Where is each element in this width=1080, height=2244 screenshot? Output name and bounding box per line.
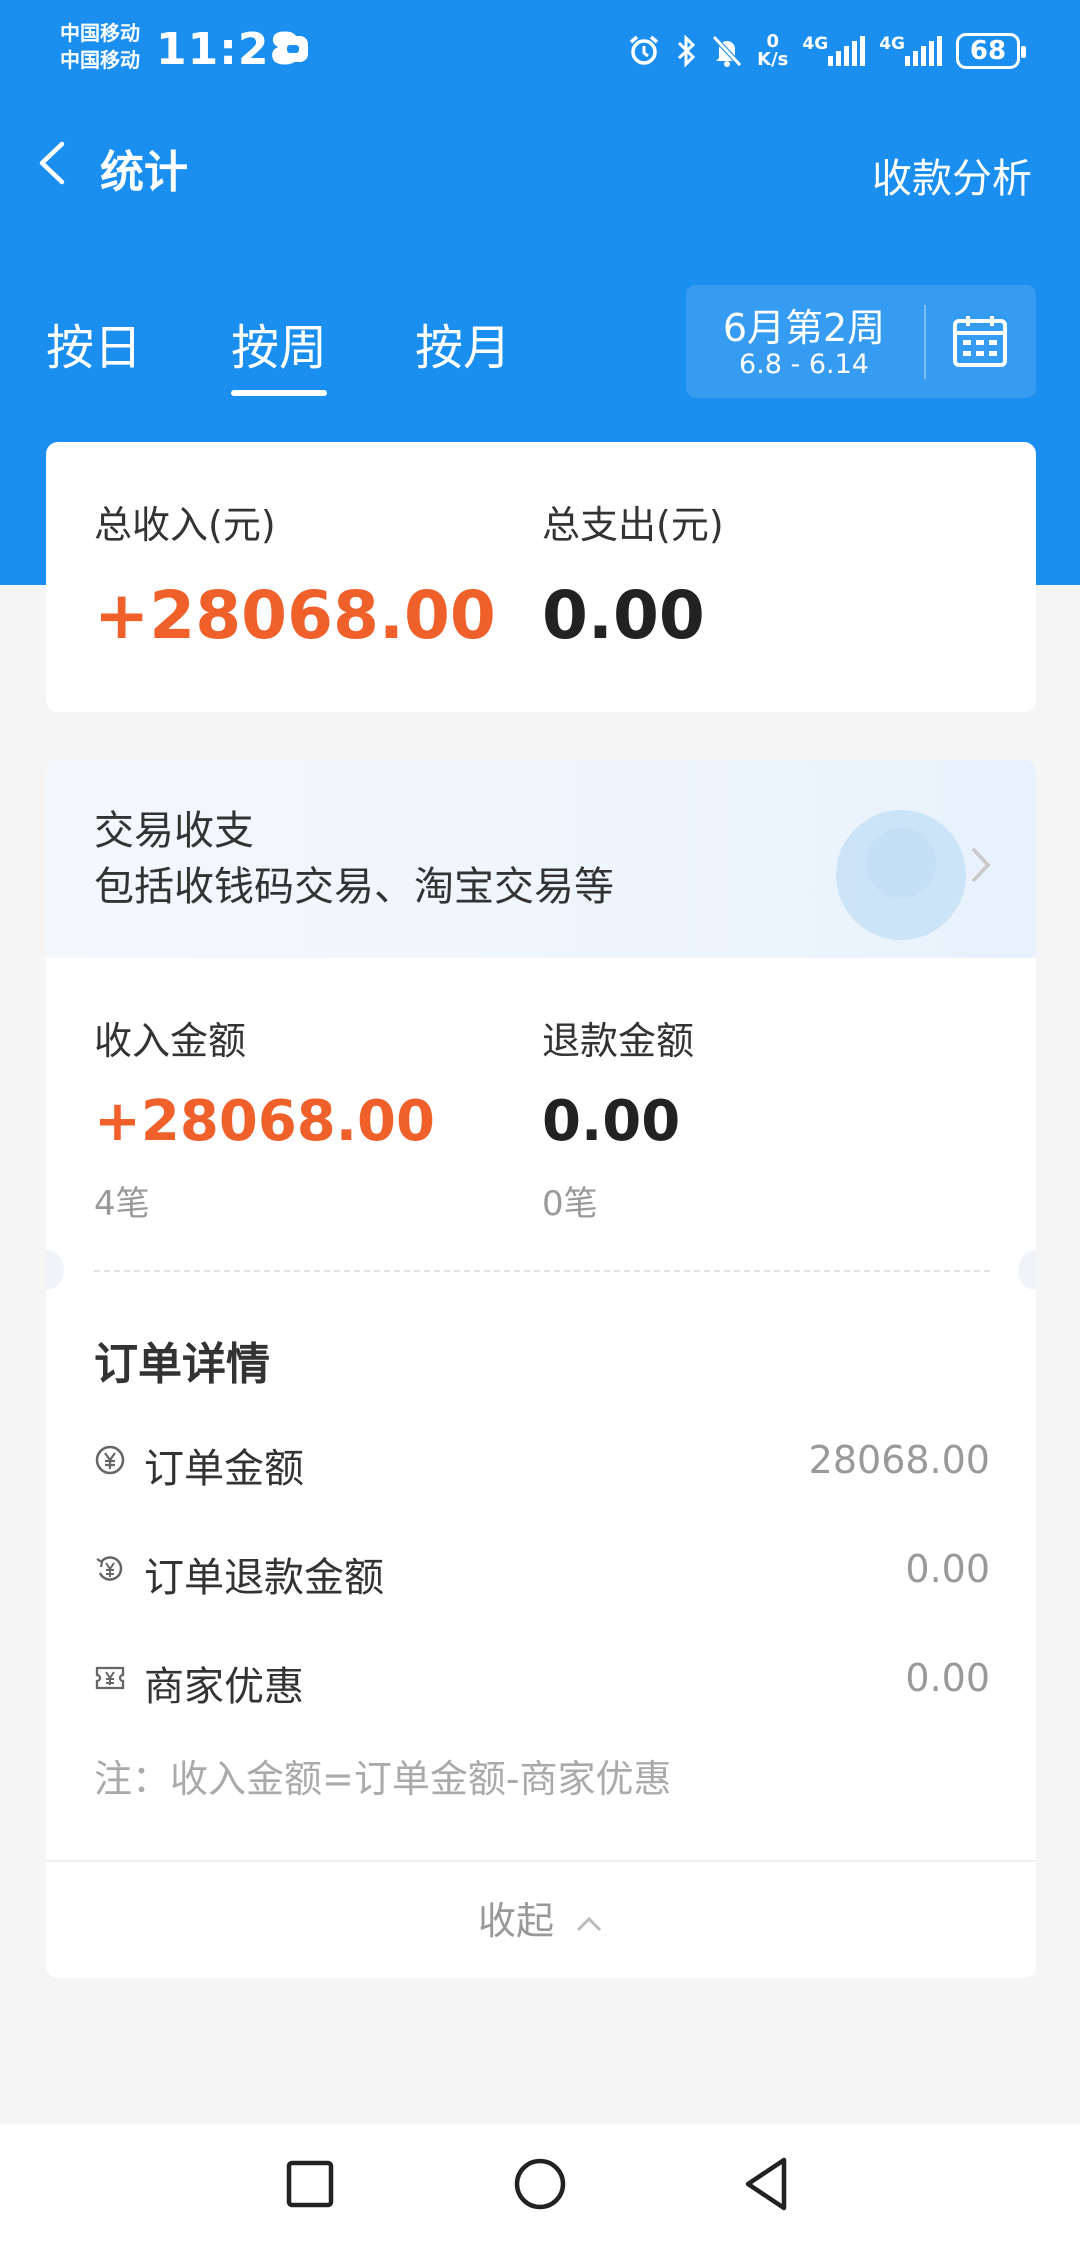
signal-bars-icon xyxy=(905,36,942,66)
collapse-button[interactable]: 收起 xyxy=(46,1890,1036,1945)
order-refund-label: 订单退款金额 xyxy=(144,1555,384,1601)
yuan-coin-decoration-icon xyxy=(836,810,966,940)
refund-amount: 退款金额 0.00 0笔 xyxy=(542,1010,694,1225)
income-count: 4笔 xyxy=(94,1184,150,1224)
speed-unit: K/s xyxy=(757,49,789,70)
status-icons: 0 K/s 4G 4G 68 xyxy=(627,28,1026,74)
home-button[interactable] xyxy=(510,2154,570,2214)
order-amount-value: 28068.00 xyxy=(808,1438,990,1482)
week-picker[interactable]: 6月第2周 6.8 - 6.14 xyxy=(686,285,1036,398)
alarm-icon xyxy=(627,34,661,68)
refund-count: 0笔 xyxy=(542,1184,598,1224)
back-arrow-icon[interactable] xyxy=(28,138,78,188)
chevron-up-icon xyxy=(576,1916,602,1931)
collapse-label: 收起 xyxy=(477,1899,554,1943)
tab-daily[interactable]: 按日 xyxy=(46,308,142,396)
income-amount: 收入金额 +28068.00 4笔 xyxy=(94,1010,435,1225)
status-bar: 中国移动 中国移动 11:28 0 K/s 4G 4G 68 xyxy=(0,0,1080,100)
refund-amount-value: 0.00 xyxy=(542,1089,681,1154)
total-expense-label: 总支出(元) xyxy=(542,503,724,547)
total-income: 总收入(元) +28068.00 xyxy=(94,494,496,654)
summary-card: 总收入(元) +28068.00 总支出(元) 0.00 xyxy=(46,442,1036,712)
mute-bell-icon xyxy=(711,34,743,68)
message-notification-icon xyxy=(278,36,308,62)
refund-icon xyxy=(94,1553,126,1585)
network-speed: 0 K/s xyxy=(757,33,788,69)
transaction-header[interactable]: 交易收支 包括收钱码交易、淘宝交易等 xyxy=(46,760,1036,958)
network-type-1: 4G xyxy=(802,34,829,54)
chevron-right-icon xyxy=(966,840,996,890)
tab-monthly[interactable]: 按月 xyxy=(415,308,511,396)
page-title: 统计 xyxy=(100,147,188,198)
tab-weekly[interactable]: 按周 xyxy=(231,308,328,396)
income-amount-label: 收入金额 xyxy=(94,1019,247,1063)
formula-note: 注：收入金额=订单金额-商家优惠 xyxy=(94,1757,672,1801)
bluetooth-icon xyxy=(675,34,697,68)
total-income-value: +28068.00 xyxy=(94,577,496,654)
transaction-card: 交易收支 包括收钱码交易、淘宝交易等 收入金额 +28068.00 4笔 退款金… xyxy=(46,760,1036,1978)
total-income-label: 总收入(元) xyxy=(94,503,276,547)
collapse-divider xyxy=(46,1860,1036,1862)
signal-bars-icon xyxy=(828,36,866,66)
battery-indicator: 68 xyxy=(956,33,1026,69)
signal-1: 4G xyxy=(802,34,866,66)
order-refund-value: 0.00 xyxy=(905,1547,990,1591)
ticket-notch-left xyxy=(46,1250,64,1290)
carrier-info: 中国移动 中国移动 xyxy=(60,20,140,74)
total-expense-value: 0.00 xyxy=(542,577,705,654)
order-refund-row: 订单退款金额 0.00 xyxy=(94,1539,990,1601)
signal-2: 4G xyxy=(879,36,942,66)
dashed-divider xyxy=(94,1270,990,1272)
transaction-title: 交易收支 xyxy=(94,808,254,854)
system-nav-bar xyxy=(0,2124,1080,2244)
calendar-icon[interactable] xyxy=(952,313,1008,369)
merchant-discount-label: 商家优惠 xyxy=(144,1664,304,1710)
transaction-subtitle: 包括收钱码交易、淘宝交易等 xyxy=(94,864,614,910)
ticket-notch-right xyxy=(1018,1250,1036,1290)
week-title: 6月第2周 xyxy=(722,306,886,350)
refund-amount-label: 退款金额 xyxy=(542,1019,695,1063)
order-amount-label: 订单金额 xyxy=(144,1446,304,1492)
recent-apps-button[interactable] xyxy=(280,2154,340,2214)
order-amount-row: 订单金额 28068.00 xyxy=(94,1430,990,1492)
coupon-icon xyxy=(94,1662,126,1694)
income-amount-value: +28068.00 xyxy=(94,1089,435,1154)
picker-divider xyxy=(924,305,926,379)
order-details-title: 订单详情 xyxy=(94,1339,270,1390)
total-expense: 总支出(元) 0.00 xyxy=(542,494,724,654)
network-type-2: 4G xyxy=(879,34,905,54)
week-range: 6.8 - 6.14 xyxy=(739,349,869,380)
payment-analysis-link[interactable]: 收款分析 xyxy=(872,146,1032,204)
carrier-2: 中国移动 xyxy=(60,48,140,72)
merchant-discount-value: 0.00 xyxy=(905,1656,990,1700)
back-button[interactable] xyxy=(738,2154,798,2214)
yuan-circle-icon xyxy=(94,1444,126,1476)
app-header: 统计 收款分析 xyxy=(0,110,1080,220)
merchant-discount-row: 商家优惠 0.00 xyxy=(94,1648,990,1710)
carrier-1: 中国移动 xyxy=(60,21,140,45)
